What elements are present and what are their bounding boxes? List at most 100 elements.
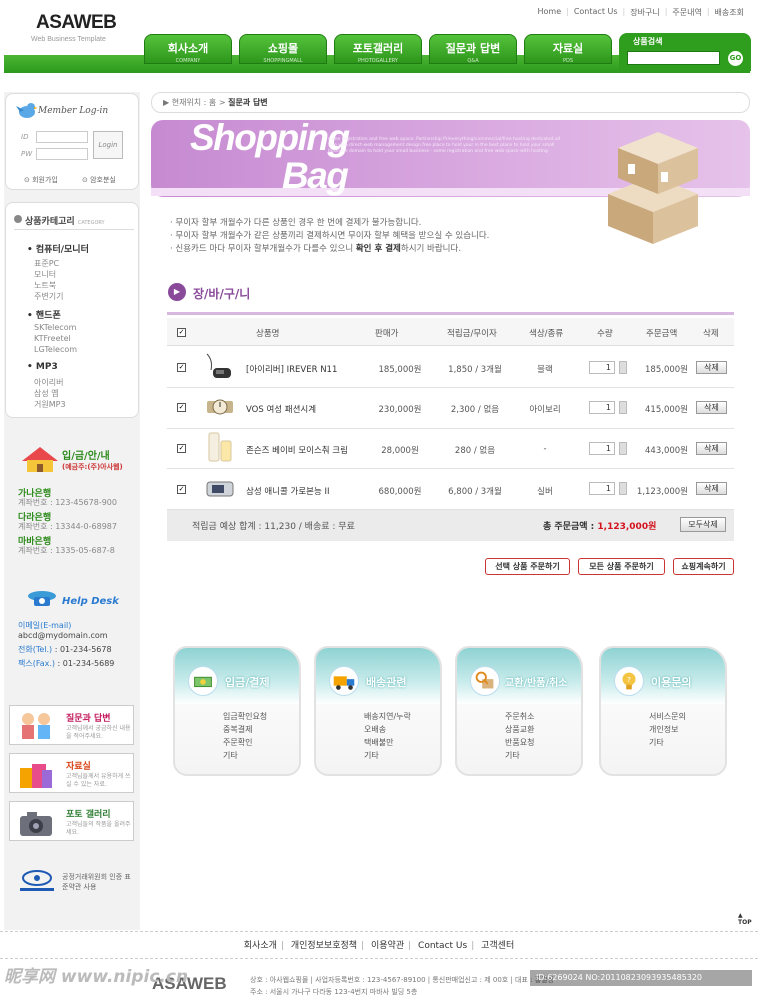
quantity-stepper[interactable] [619, 401, 627, 414]
quantity-stepper[interactable] [619, 482, 627, 495]
product-name[interactable]: [아이리버] IREVER N11 [246, 363, 337, 375]
info-panel-delivery[interactable]: 배송관련 배송지연/누락 오배송 택배불만 기타 [314, 646, 442, 776]
product-name[interactable]: 삼성 애니콜 가로본능 II [246, 485, 330, 497]
breadcrumb-current: 질문과 답변 [228, 98, 268, 107]
category-phone[interactable]: • 핸드폰 [27, 308, 61, 321]
product-name[interactable]: VOS 여성 패션시계 [246, 403, 316, 415]
footer-divider [0, 931, 758, 932]
row-checkbox[interactable]: ✓ [177, 403, 186, 412]
qna-people-icon [22, 713, 50, 739]
info-panel-exchange[interactable]: 교환/반품/취소 주문취소 상품교환 반품요청 기타 [455, 646, 583, 776]
order-selected-button[interactable]: 선택 상품 주문하기 [485, 558, 570, 575]
footer-links: 회사소개 | 개인정보보호정책 | 이용약관 | Contact Us | 고객센터 [243, 941, 515, 951]
continue-shopping-button[interactable]: 쇼핑계속하기 [673, 558, 734, 575]
row-checkbox[interactable]: ✓ [177, 363, 186, 372]
quantity-input[interactable]: 1 [589, 401, 615, 414]
nav-tab-qna[interactable]: 질문과 답변 Q&A [429, 34, 517, 64]
find-password-link[interactable]: ⊙ 암호분실 [82, 175, 116, 185]
category-item[interactable]: KTFreetel [34, 334, 71, 343]
top-links: Home | Contact Us | 장바구니 | 주문내역 | 배송조회 [537, 7, 745, 18]
footer-link-terms[interactable]: 이용약관 [371, 941, 404, 951]
select-all-checkbox[interactable]: ✓ [177, 328, 186, 337]
delete-button[interactable]: 삭제 [696, 361, 727, 374]
category-item[interactable]: 삼성 옙 [34, 388, 59, 399]
quantity-input[interactable]: 1 [589, 361, 615, 374]
site-logo[interactable]: ASAWEB [36, 12, 117, 34]
quantity-input[interactable]: 1 [589, 442, 615, 455]
promo-qna[interactable]: 질문과 답변 고객님께서 궁금하신 내용을 적어주세요. [9, 705, 134, 745]
category-item[interactable]: 주변기기 [34, 291, 63, 302]
pw-label: PW [21, 150, 33, 158]
search-label: 상품검색 [633, 37, 663, 46]
promo-gallery[interactable]: 포토 갤러리 고객님들의 작품을 올려주세요. [9, 801, 134, 841]
help-tel: 전화(Tel.) : 01-234-5678 [18, 645, 112, 654]
category-mp3[interactable]: • MP3 [27, 362, 58, 372]
top-link-delivery[interactable]: 배송조회 [715, 7, 744, 18]
category-bullet-icon [14, 215, 22, 223]
books-icon [20, 764, 52, 788]
nav-tab-pds[interactable]: 자료실 PDS [524, 34, 612, 64]
order-amount: 415,000원 [645, 405, 688, 415]
delete-button[interactable]: 삭제 [696, 442, 727, 455]
bank-account: 계좌번호 : 13344-0-68987 [18, 522, 117, 531]
search-input[interactable] [627, 51, 720, 65]
row-checkbox[interactable]: ✓ [177, 444, 186, 453]
nav-tab-photogallery[interactable]: 포토갤러리 PHOTOGALLERY [334, 34, 422, 64]
delete-button[interactable]: 삭제 [696, 401, 727, 414]
product-color: 실버 [537, 487, 553, 497]
back-to-top-button[interactable]: ▲ TOP [738, 912, 752, 926]
banner-title-bag: Bag [282, 155, 349, 196]
quantity-stepper[interactable] [619, 442, 627, 455]
footer-link-company[interactable]: 회사소개 [244, 941, 277, 951]
order-all-button[interactable]: 모든 상품 주문하기 [578, 558, 665, 575]
delete-button[interactable]: 삭제 [696, 482, 727, 495]
category-computer[interactable]: • 컴퓨터/모니터 [27, 242, 89, 255]
promo-pds[interactable]: 자료실 고객님들께서 유용하게 쓰실 수 있는 자료. [9, 753, 134, 793]
help-desk-title: Help Desk [62, 596, 119, 607]
footer-link-customer-center[interactable]: 고객센터 [481, 941, 514, 951]
id-input[interactable] [36, 131, 88, 143]
quantity-stepper[interactable] [619, 361, 627, 374]
category-box [5, 202, 139, 418]
category-item[interactable]: 표준PC [34, 258, 59, 269]
category-item[interactable]: SKTelecom [34, 323, 76, 332]
truck-icon [329, 666, 359, 696]
category-item[interactable]: 노트북 [34, 280, 56, 291]
pw-input[interactable] [36, 148, 88, 160]
product-price: 28,000원 [381, 446, 419, 456]
watermark: 昵享网 www.nipic.cn [4, 967, 189, 987]
delete-all-button[interactable]: 모두삭제 [680, 517, 726, 532]
col-qty: 수량 [597, 329, 613, 339]
help-email[interactable]: abcd@mydomain.com [18, 631, 108, 640]
category-title: 상품카테고리 CATEGORY [25, 217, 105, 227]
col-color: 색상/종류 [529, 329, 564, 339]
product-price: 230,000원 [378, 405, 422, 415]
login-button[interactable]: Login [93, 131, 123, 159]
footer-link-privacy[interactable]: 개인정보보호정책 [291, 941, 357, 951]
info-panel-payment[interactable]: 입금/결제 입금확인요청 중복결제 주문확인 기타 [173, 646, 301, 776]
bank-holder: (예금주:(주)아사웹) [62, 463, 123, 471]
info-panel-inquiry[interactable]: ? 이용문의 서비스문의 개인정보 기타 [599, 646, 727, 776]
nav-tab-company[interactable]: 회사소개 COMPANY [144, 34, 232, 64]
category-item[interactable]: 모니터 [34, 269, 56, 280]
quantity-input[interactable]: 1 [589, 482, 615, 495]
top-link-cart[interactable]: 장바구니 [630, 7, 659, 18]
ftc-notice: 공정거래위원회 인증 표준약관 사용 [62, 873, 131, 891]
footer-link-contact[interactable]: Contact Us [418, 941, 467, 951]
row-checkbox[interactable]: ✓ [177, 485, 186, 494]
join-link[interactable]: ⊙ 회원가입 [24, 175, 58, 185]
order-amount: 185,000원 [645, 365, 688, 375]
nav-tab-shoppingmall[interactable]: 쇼핑몰 SHOPPINGMALL [239, 34, 327, 64]
product-point: 280 / 없음 [454, 446, 496, 456]
category-item[interactable]: 거원MP3 [34, 399, 66, 410]
search-go-button[interactable]: GO [726, 49, 745, 68]
product-name[interactable]: 존슨즈 베이비 모이스춰 크림 [246, 444, 348, 456]
top-link-orders[interactable]: 주문내역 [672, 7, 701, 18]
top-link-home[interactable]: Home [538, 7, 562, 18]
order-amount: 443,000원 [645, 446, 688, 456]
magnifier-box-icon [470, 666, 500, 696]
top-link-contact[interactable]: Contact Us [574, 7, 618, 18]
category-item[interactable]: LGTelecom [34, 345, 77, 354]
category-item[interactable]: 아이리버 [34, 377, 63, 388]
member-bird-icon [16, 103, 38, 118]
